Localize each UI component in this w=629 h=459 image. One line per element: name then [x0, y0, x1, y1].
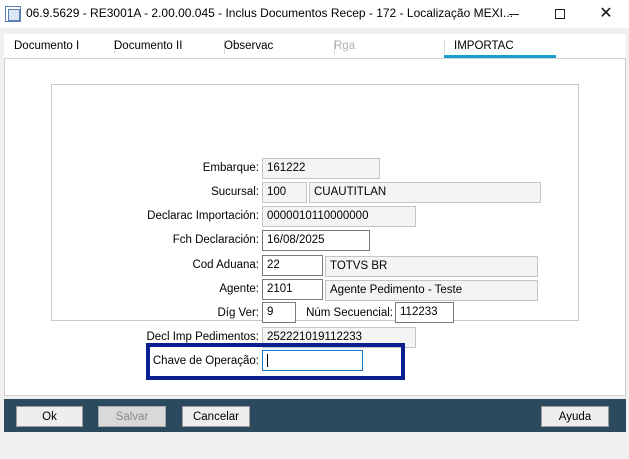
- chave-operacao-input[interactable]: [262, 350, 363, 371]
- salvar-button: Salvar: [98, 406, 166, 427]
- declarac-importacion-field[interactable]: 0000010110000000: [262, 206, 416, 227]
- dig-ver-field[interactable]: 9: [262, 302, 296, 323]
- tab-strip: Documento I Documento II Observac Rga IM…: [4, 34, 626, 58]
- title-bar: 06.9.5629 - RE3001A - 2.00.00.045 - Incl…: [0, 0, 629, 28]
- embarque-field[interactable]: 161222: [262, 158, 380, 179]
- agente-code-field[interactable]: 2101: [262, 279, 323, 300]
- ok-button[interactable]: Ok: [16, 406, 83, 427]
- ayuda-button[interactable]: Ayuda: [541, 406, 609, 427]
- tab-rga: Rga: [334, 40, 356, 52]
- sucursal-label: Sucursal:: [211, 186, 259, 198]
- sucursal-code-field[interactable]: 100: [262, 182, 307, 203]
- cod-aduana-label: Cod Aduana:: [192, 259, 259, 271]
- maximize-button[interactable]: [537, 0, 583, 28]
- dig-ver-label: Díg Ver:: [217, 307, 259, 319]
- embarque-label: Embarque:: [202, 162, 259, 174]
- cod-aduana-code-field[interactable]: 22: [262, 255, 323, 276]
- minimize-icon: [509, 13, 519, 15]
- tab-observac[interactable]: Observac: [224, 34, 273, 58]
- decl-imp-pedimentos-label: Decl Imp Pedimentos:: [146, 331, 260, 343]
- agente-name-field[interactable]: Agente Pedimento - Teste: [325, 280, 538, 301]
- cod-aduana-name-field[interactable]: TOTVS BR: [325, 256, 538, 277]
- tab-importac[interactable]: IMPORTAC: [444, 34, 556, 58]
- status-strip: [0, 435, 629, 459]
- declarac-importacion-label: Declarac Importación:: [147, 210, 259, 222]
- agente-label: Agente:: [219, 283, 259, 295]
- minimize-button[interactable]: [491, 0, 537, 28]
- text-caret: [267, 354, 268, 367]
- window-title: 06.9.5629 - RE3001A - 2.00.00.045 - Incl…: [26, 6, 513, 20]
- chave-operacao-label: Chave de Operação:: [152, 355, 259, 367]
- sucursal-name-field[interactable]: CUAUTITLAN: [309, 182, 541, 203]
- tab-documento-ii[interactable]: Documento II: [114, 34, 182, 58]
- close-icon: ✕: [599, 5, 613, 22]
- fch-declaracion-label: Fch Declaración:: [172, 234, 259, 246]
- tab-documento-i[interactable]: Documento I: [14, 34, 79, 58]
- close-button[interactable]: ✕: [583, 0, 629, 28]
- cancelar-button[interactable]: Cancelar: [182, 406, 250, 427]
- num-secuencial-label: Núm Secuencial:: [306, 307, 393, 319]
- maximize-icon: [555, 9, 565, 19]
- app-window-icon: [5, 6, 21, 22]
- num-secuencial-field[interactable]: 112233: [395, 302, 454, 323]
- fch-declaracion-field[interactable]: 16/08/2025: [262, 230, 370, 251]
